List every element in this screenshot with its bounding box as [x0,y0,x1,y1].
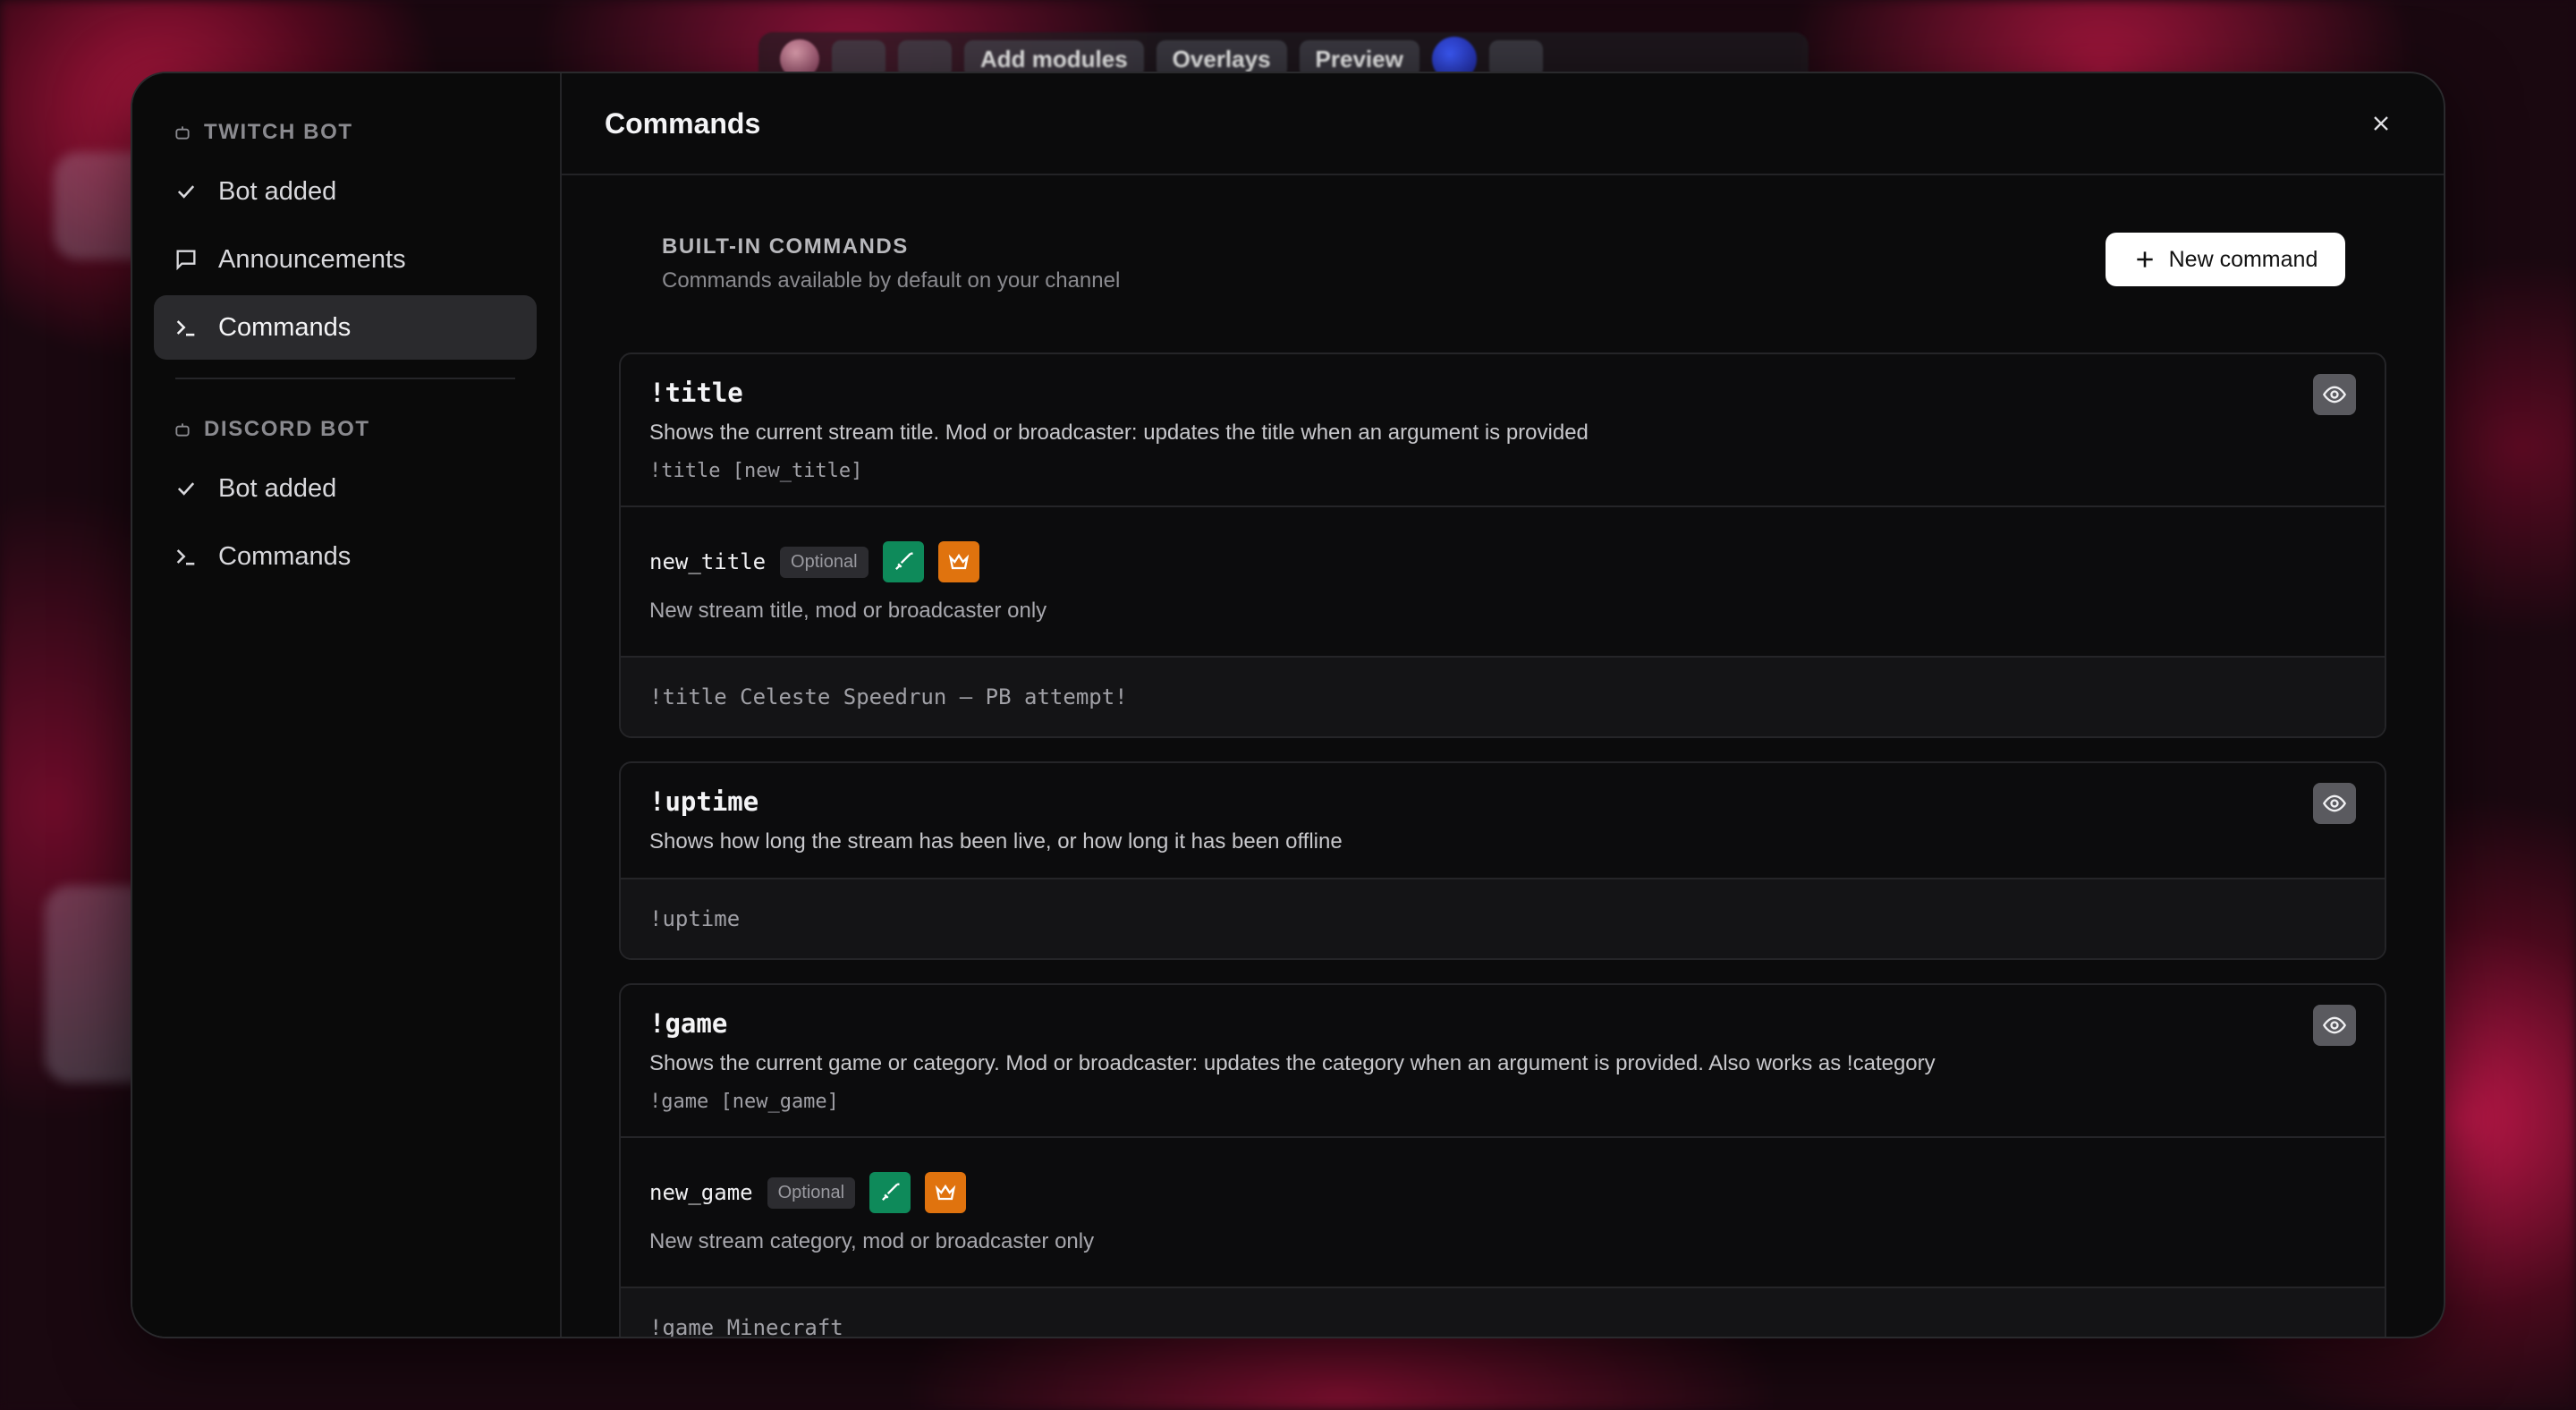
modal-header: Commands [562,73,2444,175]
command-description: Shows the current stream title. Mod or b… [649,420,1589,445]
command-example: !title Celeste Speedrun — PB attempt! [621,656,2385,736]
visibility-toggle[interactable] [2313,783,2356,824]
sidebar-section-twitch: TWITCH BOT [154,109,537,156]
command-card-title: !title Shows the current stream title. M… [619,352,2386,738]
commands-modal: TWITCH BOT Bot added Announcements Comma… [131,72,2445,1338]
add-modules-label: Add modules [980,45,1128,72]
argument-name: new_game [649,1180,753,1205]
command-name: !title [649,378,743,408]
command-example: !uptime [621,878,2385,958]
sidebar-section-title: TWITCH BOT [204,120,353,144]
terminal-icon [176,320,195,336]
argument-description: New stream title, mod or broadcaster onl… [649,599,1047,623]
sidebar-item-label: Bot added [218,473,337,503]
command-name: !game [649,1008,728,1039]
broadcaster-badge [937,541,979,582]
plus-icon [2136,251,2153,268]
optional-badge: Optional [780,546,869,578]
check-icon [177,482,195,496]
command-usage: !game [new_game] [649,1091,839,1113]
eye-icon [2322,1016,2347,1034]
crown-icon [948,553,969,570]
command-header: !uptime Shows how long the stream has be… [621,763,2385,878]
new-command-button[interactable]: New command [2106,233,2345,286]
bot-icon [175,423,190,437]
sidebar-item-label: Commands [218,541,352,571]
message-icon [176,250,196,271]
visibility-toggle[interactable] [2313,374,2356,415]
sidebar-item-bot-added[interactable]: Bot added [154,159,537,224]
argument-description: New stream category, mod or broadcaster … [649,1229,1095,1253]
sidebar-item-commands[interactable]: Commands [154,295,537,360]
preview-label: Preview [1315,45,1403,72]
eye-icon [2322,794,2347,812]
content: BUILT-IN COMMANDS Commands available by … [562,175,2444,1337]
sidebar-item-label: Commands [218,312,352,342]
section-title: BUILT-IN COMMANDS [662,234,909,259]
sidebar-item-label: Bot added [218,176,337,206]
sword-icon [882,1183,900,1201]
sidebar-item-discord-bot-added[interactable]: Bot added [154,456,537,521]
argument-name: new_title [649,549,767,574]
command-card-uptime: !uptime Shows how long the stream has be… [619,761,2386,960]
page-title: Commands [605,106,761,140]
eye-icon [2322,386,2347,403]
moderator-badge [869,1172,911,1213]
section-header: BUILT-IN COMMANDS Commands available by … [619,233,2386,293]
terminal-icon [176,549,195,565]
sword-icon [894,552,913,570]
command-description: Shows the current game or category. Mod … [649,1051,1936,1075]
sidebar-item-discord-commands[interactable]: Commands [154,524,537,589]
sidebar-section-title: DISCORD BOT [204,417,370,441]
moderator-badge [882,541,924,582]
sidebar-divider [175,378,515,379]
main-panel: Commands BUILT-IN COMMANDS Commands avai… [562,73,2444,1337]
command-description: Shows how long the stream has been live,… [649,829,1343,854]
check-icon [177,185,195,199]
optional-badge: Optional [767,1176,856,1209]
command-argument: new_title Optional New stream title, mod… [621,505,2385,656]
sidebar-section-discord: DISCORD BOT [154,406,537,453]
crown-icon [935,1184,956,1201]
close-button[interactable] [2361,104,2401,143]
command-header: !game Shows the current game or category… [621,985,2385,1136]
section-subtitle: Commands available by default on your ch… [662,268,1121,293]
sidebar-item-announcements[interactable]: Announcements [154,227,537,292]
broadcaster-badge [925,1172,967,1213]
command-card-game: !game Shows the current game or category… [619,983,2386,1337]
new-command-label: New command [2168,246,2318,272]
sidebar-item-label: Announcements [218,244,406,274]
close-icon [2374,116,2388,131]
sidebar: TWITCH BOT Bot added Announcements Comma… [132,73,562,1337]
command-example: !game Minecraft [621,1287,2385,1337]
overlays-label: Overlays [1172,45,1271,72]
command-header: !title Shows the current stream title. M… [621,354,2385,505]
command-name: !uptime [649,786,759,817]
visibility-toggle[interactable] [2313,1005,2356,1046]
command-argument: new_game Optional New stream category, m… [621,1136,2385,1287]
command-usage: !title [new_title] [649,460,863,482]
bot-icon [175,126,190,140]
